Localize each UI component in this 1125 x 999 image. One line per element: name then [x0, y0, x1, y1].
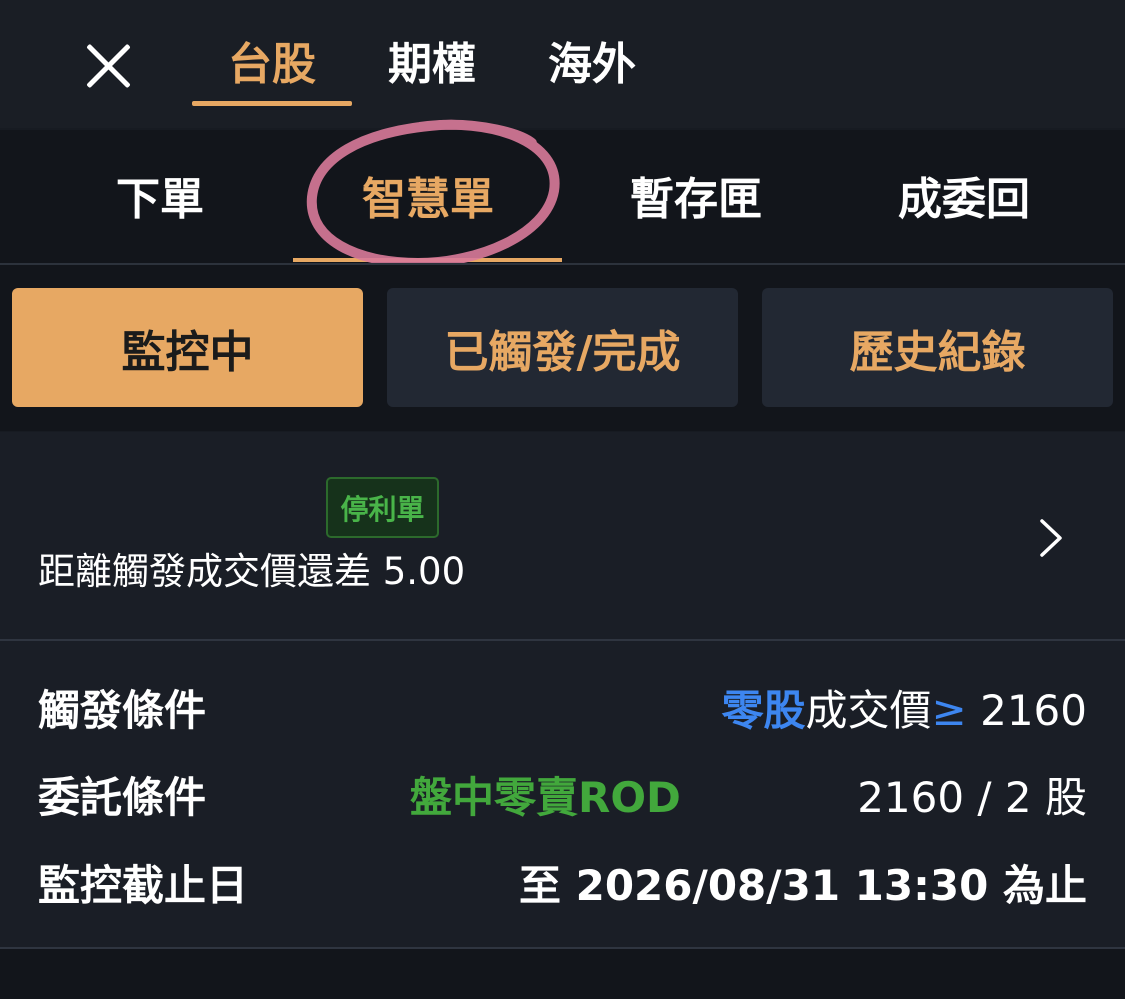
order-card-header[interactable]: 停利單 距離觸發成交價還差 5.00 [0, 432, 1125, 639]
filter-history-button[interactable]: 歷史紀錄 [762, 288, 1113, 407]
tab-place-order[interactable]: 下單 [90, 170, 230, 230]
monitor-deadline-label: 監控截止日 [38, 861, 249, 910]
tab-taiwan-stocks[interactable]: 台股 [210, 32, 334, 98]
market-tab-bar: 台股 期權 海外 [0, 0, 1125, 128]
tab-order-fills[interactable]: 成委回 [866, 170, 1062, 230]
smart-order-page: 台股 期權 海外 下單 智慧單 暫存匣 成委回 監控中 已觸發/完成 歷史紀錄 … [0, 0, 1125, 999]
trade-price-text: 成交價 [805, 686, 932, 735]
close-icon[interactable] [78, 34, 140, 96]
entrust-type: 盤中零賣ROD [410, 773, 681, 822]
order-tab-indicator [293, 258, 562, 262]
trigger-condition-label: 觸發條件 [38, 686, 207, 735]
odd-lot-text: 零股 [721, 686, 806, 735]
filter-monitoring-button[interactable]: 監控中 [12, 288, 363, 407]
trigger-distance-text: 距離觸發成交價還差 5.00 [38, 550, 466, 593]
order-type-tab-bar: 下單 智慧單 暫存匣 成委回 [0, 130, 1125, 263]
comparison-operator: ≥ [931, 686, 967, 735]
tab-options[interactable]: 期權 [370, 32, 494, 98]
entrust-condition-label: 委託條件 [38, 773, 207, 822]
trigger-price: 2160 [966, 686, 1087, 735]
tab-draft-box[interactable]: 暫存匣 [598, 170, 794, 230]
filter-triggered-button[interactable]: 已觸發/完成 [387, 288, 738, 407]
footer-area [0, 949, 1125, 999]
entrust-price-quantity: 2160 / 2 股 [857, 773, 1087, 822]
order-details: 觸發條件 零股成交價≥ 2160 委託條件 盤中零賣ROD 2160 / 2 股… [0, 641, 1125, 947]
tab-smart-order[interactable]: 智慧單 [330, 170, 526, 230]
monitor-deadline-value: 至 2026/08/31 13:30 為止 [518, 861, 1087, 910]
market-tab-indicator [192, 101, 352, 106]
trigger-condition-value: 零股成交價≥ 2160 [722, 681, 1087, 741]
take-profit-badge: 停利單 [326, 477, 439, 538]
status-filter-group: 監控中 已觸發/完成 歷史紀錄 [0, 265, 1125, 431]
tab-overseas[interactable]: 海外 [530, 32, 654, 98]
chevron-right-icon[interactable] [1036, 518, 1066, 558]
